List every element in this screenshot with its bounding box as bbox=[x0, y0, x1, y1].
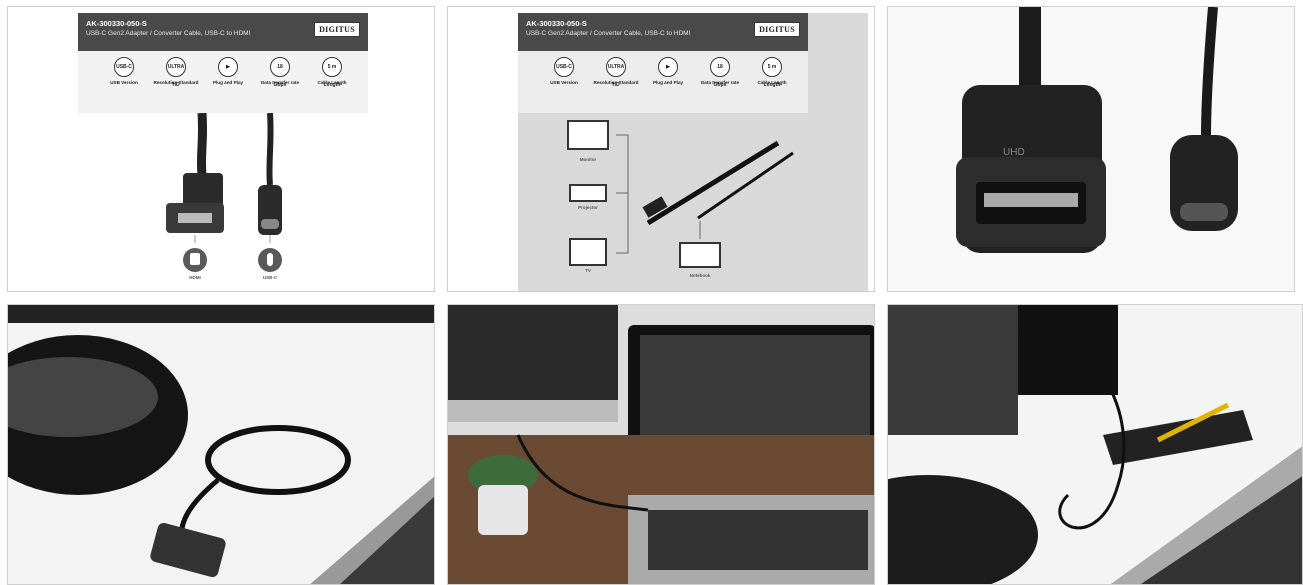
usb-icon: USB-C bbox=[554, 57, 574, 77]
usbc-cable bbox=[266, 113, 274, 186]
connector-closeup-photo: UHD bbox=[888, 7, 1294, 291]
plug-and-play-icon: ▶ bbox=[218, 57, 238, 77]
feature-strip: USB-C USB Version ULTRA HD Resolution Stan… bbox=[78, 51, 368, 113]
hdmi-connector-body bbox=[183, 173, 223, 207]
feature-cable-length: 5 m Length Cable Length bbox=[306, 57, 358, 88]
tv-label: TV bbox=[585, 268, 591, 273]
feature-resolution: ULTRA HD Resolution Standard bbox=[150, 57, 202, 88]
data-rate-icon: 18 Gbps bbox=[270, 57, 290, 88]
ultra-hd-icon: ULTRA HD bbox=[606, 57, 626, 88]
product-description: USB-C Gen2 Adapter / Converter Cable, US… bbox=[86, 30, 251, 37]
cable-length-icon: 5 m Length bbox=[322, 57, 342, 88]
brand-logo: DIGITUS bbox=[314, 22, 360, 37]
device-diagram bbox=[567, 120, 794, 268]
cable-notebook-photo bbox=[888, 305, 1302, 584]
notebook-label: Notebook bbox=[689, 273, 711, 278]
hdmi-label: HDMI bbox=[189, 275, 201, 280]
connector-illustration bbox=[166, 113, 282, 272]
feature-strip-2: USB-C USB Version ULTRA HD Resolution Stan… bbox=[518, 51, 808, 113]
plug-and-play-icon: ▶ bbox=[658, 57, 678, 77]
usbc-label: USB-C bbox=[262, 275, 278, 280]
ultra-hd-icon: ULTRA HD bbox=[166, 57, 186, 88]
product-header-2: AK-300330-050-S USB-C Gen2 Adapter / Con… bbox=[518, 13, 808, 51]
product-sku: AK-300330-050-S bbox=[86, 19, 147, 28]
usb-icon: USB-C bbox=[114, 57, 134, 77]
tv-icon bbox=[569, 238, 607, 266]
gallery-thumbnail-product-sheet[interactable]: AK-300330-050-S USB-C Gen2 Adapter / Con… bbox=[7, 6, 435, 292]
monitor-label: Monitor bbox=[579, 157, 597, 162]
feature-usb: USB-C USB Version bbox=[98, 57, 150, 86]
monitor-icon bbox=[567, 120, 609, 150]
uhd-marking: UHD bbox=[1003, 147, 1025, 158]
cable-length-icon: 5 m Length bbox=[762, 57, 782, 88]
gallery-thumbnail-cable-notebook[interactable] bbox=[887, 304, 1303, 585]
feature-data-rate: 18 Gbps Data transfer rate bbox=[254, 57, 306, 88]
cable-desk-photo bbox=[8, 305, 434, 584]
product-header: AK-300330-050-S USB-C Gen2 Adapter / Con… bbox=[78, 13, 368, 51]
laptop-monitor-photo bbox=[448, 305, 874, 584]
data-rate-icon: 18 Gbps bbox=[710, 57, 730, 88]
gallery-page: { "product": { "sku": "AK-300330-050-S",… bbox=[0, 0, 1303, 585]
gallery-thumbnail-cable-desk[interactable] bbox=[7, 304, 435, 585]
projector-label: Projector bbox=[578, 205, 598, 210]
hdmi-cable bbox=[196, 113, 208, 176]
gallery-thumbnail-connector-closeup[interactable]: UHD bbox=[887, 6, 1295, 292]
feature-plug-and-play: ▶ Plug and Play bbox=[202, 57, 254, 86]
notebook-icon bbox=[679, 242, 721, 268]
gallery-thumbnail-application-diagram[interactable]: AK-300330-050-S USB-C Gen2 Adapter / Con… bbox=[447, 6, 875, 292]
projector-icon bbox=[569, 184, 607, 202]
gallery-thumbnail-laptop-monitor[interactable] bbox=[447, 304, 875, 585]
